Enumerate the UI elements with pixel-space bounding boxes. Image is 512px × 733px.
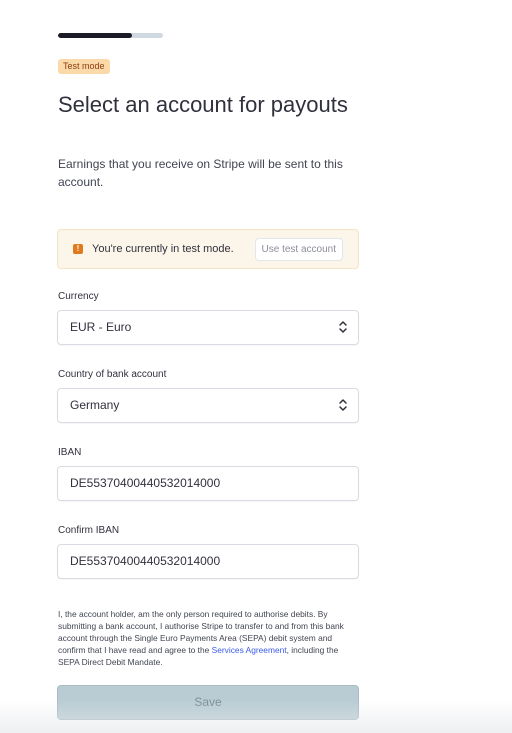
test-mode-notice: ! You're currently in test mode. Use tes…: [57, 229, 359, 269]
test-mode-badge: Test mode: [58, 59, 110, 74]
iban-label: IBAN: [58, 447, 82, 458]
save-button[interactable]: Save: [57, 685, 359, 720]
iban-input-value: DE55370400440532014000: [70, 476, 221, 490]
confirm-iban-input[interactable]: DE55370400440532014000: [57, 544, 359, 579]
test-mode-notice-text: You're currently in test mode.: [92, 243, 234, 255]
chevron-up-down-icon: [339, 321, 347, 333]
iban-input[interactable]: DE55370400440532014000: [57, 466, 359, 501]
services-agreement-link[interactable]: Services Agreement: [212, 645, 287, 655]
country-select-value: Germany: [70, 398, 120, 412]
currency-select-value: EUR - Euro: [70, 320, 132, 334]
confirm-iban-input-value: DE55370400440532014000: [70, 554, 221, 568]
country-select[interactable]: Germany: [57, 388, 359, 423]
currency-label: Currency: [58, 291, 99, 302]
sepa-mandate-text: I, the account holder, am the only perso…: [58, 608, 350, 668]
chevron-up-down-icon: [339, 399, 347, 411]
use-test-account-button[interactable]: Use test account: [254, 238, 343, 261]
page-subtitle: Earnings that you receive on Stripe will…: [58, 157, 343, 189]
progress-bar: [58, 33, 163, 38]
progress-bar-fill: [58, 33, 132, 38]
confirm-iban-label: Confirm IBAN: [58, 525, 120, 536]
page-title: Select an account for payouts: [58, 92, 348, 117]
country-label: Country of bank account: [58, 369, 167, 380]
info-icon: !: [73, 244, 83, 254]
currency-select[interactable]: EUR - Euro: [57, 310, 359, 345]
